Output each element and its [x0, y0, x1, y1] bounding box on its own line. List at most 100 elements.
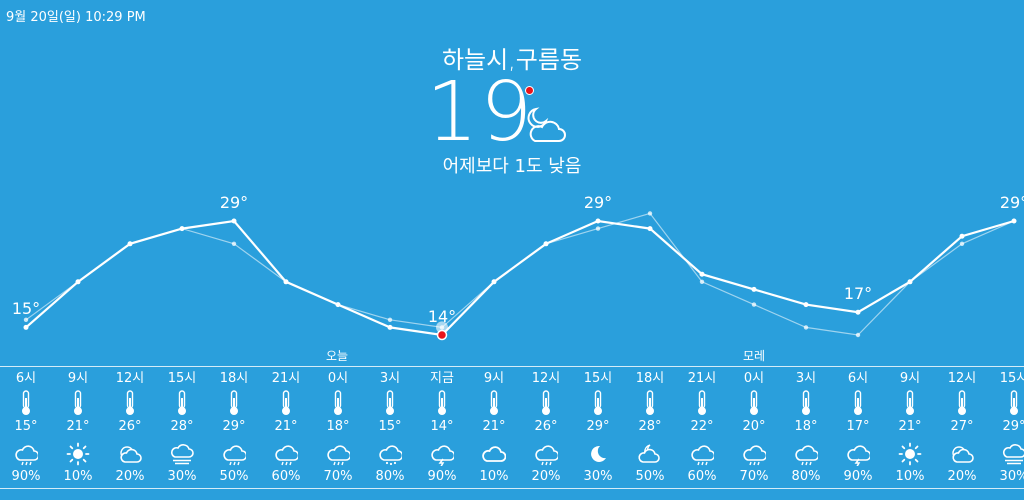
chart-temp-label: 29°: [999, 193, 1024, 212]
sun-icon: [884, 442, 936, 466]
hourly-column[interactable]: 21시 21° 60%: [260, 370, 312, 486]
series-2-point: [595, 226, 601, 231]
precipitation-chance: 70%: [739, 469, 769, 484]
rain-icon: [520, 442, 572, 466]
precipitation-chance: 10%: [895, 469, 925, 484]
hour-label: 21시: [271, 371, 301, 386]
hourly-column[interactable]: 12시 26° 20%: [104, 370, 156, 486]
series-1-point: [491, 279, 497, 285]
forecast-top-divider: [0, 366, 1024, 367]
thermometer-icon: [416, 388, 468, 418]
thermometer-icon: [676, 388, 728, 418]
hour-label: 15시: [999, 371, 1024, 386]
precipitation-chance: 90%: [843, 469, 873, 484]
precipitation-chance: 50%: [635, 469, 665, 484]
forecast-bottom-divider: [0, 488, 1024, 489]
hourly-column[interactable]: 15시 29° 30%: [572, 370, 624, 486]
hour-temp: 28°: [170, 419, 194, 434]
hour-label: 0시: [327, 371, 349, 386]
chart-temp-label: 29°: [583, 193, 613, 212]
hour-label: 6시: [15, 371, 37, 386]
hourly-column[interactable]: 12시 26° 20%: [520, 370, 572, 486]
rain-icon: [260, 442, 312, 466]
hourly-column[interactable]: 3시 15° 80%: [364, 370, 416, 486]
rain-icon: [676, 442, 728, 466]
hour-temp: 21°: [898, 419, 922, 434]
hour-temp: 18°: [326, 419, 350, 434]
thermometer-icon: [364, 388, 416, 418]
temperature-chart: [23, 211, 1017, 341]
hour-temp: 18°: [794, 419, 818, 434]
precipitation-chance: 50%: [219, 469, 249, 484]
hourly-column[interactable]: 6시 17° 90%: [832, 370, 884, 486]
series-line-1: [25, 219, 1015, 337]
thermometer-icon: [156, 388, 208, 418]
hourly-column[interactable]: 15시 29° 30%: [988, 370, 1024, 486]
series-2-point: [855, 332, 861, 338]
hourly-column[interactable]: 18시 29° 50%: [208, 370, 260, 486]
thermometer-icon: [624, 388, 676, 418]
thermometer-icon: [52, 388, 104, 418]
hour-temp: 14°: [430, 419, 454, 434]
chart-temp-label: 29°: [219, 193, 249, 212]
chart-temp-label: 14°: [427, 307, 457, 326]
hourly-column[interactable]: 21시 22° 60%: [676, 370, 728, 486]
thunder-icon: [416, 442, 468, 466]
hour-temp: 28°: [638, 419, 662, 434]
hour-temp: 22°: [690, 419, 714, 434]
hour-label: 15시: [167, 371, 197, 386]
rain-icon: [0, 442, 52, 466]
hourly-column[interactable]: 지금 14° 90%: [416, 370, 468, 486]
hour-temp: 26°: [534, 419, 558, 434]
precipitation-chance: 10%: [479, 469, 509, 484]
series-1-point: [855, 309, 861, 315]
hour-label: 0시: [743, 371, 765, 386]
thermometer-icon: [936, 388, 988, 418]
hourly-column[interactable]: 3시 18° 80%: [780, 370, 832, 486]
precipitation-chance: 10%: [63, 469, 93, 484]
now-marker: [436, 329, 448, 341]
thermometer-icon: [884, 388, 936, 418]
hourly-column[interactable]: 15시 28° 30%: [156, 370, 208, 486]
hourly-column[interactable]: 9시 21° 10%: [884, 370, 936, 486]
hour-label: 18시: [219, 371, 249, 386]
hour-label: 18시: [635, 371, 665, 386]
series-2-point: [387, 317, 393, 322]
thermometer-icon: [0, 388, 52, 418]
hour-temp: 27°: [950, 419, 974, 434]
series-1-point: [1011, 218, 1017, 224]
hourly-column[interactable]: 0시 18° 70%: [312, 370, 364, 486]
rain-icon: [208, 442, 260, 466]
thermometer-icon: [520, 388, 572, 418]
series-1-point: [907, 279, 913, 285]
hour-label: 9시: [67, 371, 89, 386]
chart-temp-label: 17°: [843, 284, 873, 304]
cloud-icon: [468, 442, 520, 466]
hour-temp: 21°: [274, 419, 298, 434]
hourly-column[interactable]: 6시 15° 90%: [0, 370, 52, 486]
hourly-column[interactable]: 18시 28° 50%: [624, 370, 676, 486]
series-1-point: [283, 279, 289, 285]
partly-cloudy-icon: [104, 442, 156, 466]
hourly-column[interactable]: 9시 21° 10%: [468, 370, 520, 486]
hour-temp: 21°: [66, 419, 90, 434]
series-2-point: [231, 241, 237, 246]
hour-label: 3시: [795, 371, 817, 386]
moon-icon: [572, 442, 624, 466]
thermometer-icon: [312, 388, 364, 418]
hour-label: 3시: [379, 371, 401, 386]
hour-label: 12시: [947, 371, 977, 386]
hour-temp: 15°: [378, 419, 402, 434]
hour-temp: 29°: [1002, 419, 1024, 434]
hour-label: 9시: [899, 371, 921, 386]
series-1-point: [699, 271, 705, 277]
snow-icon: [364, 442, 416, 466]
hourly-column[interactable]: 9시 21° 10%: [52, 370, 104, 486]
rain-icon: [728, 442, 780, 466]
series-2-point: [959, 241, 965, 246]
hourly-column[interactable]: 0시 20° 70%: [728, 370, 780, 486]
thermometer-icon: [832, 388, 884, 418]
hourly-column[interactable]: 12시 27° 20%: [936, 370, 988, 486]
series-2-point: [751, 302, 757, 307]
sun-icon: [52, 442, 104, 466]
